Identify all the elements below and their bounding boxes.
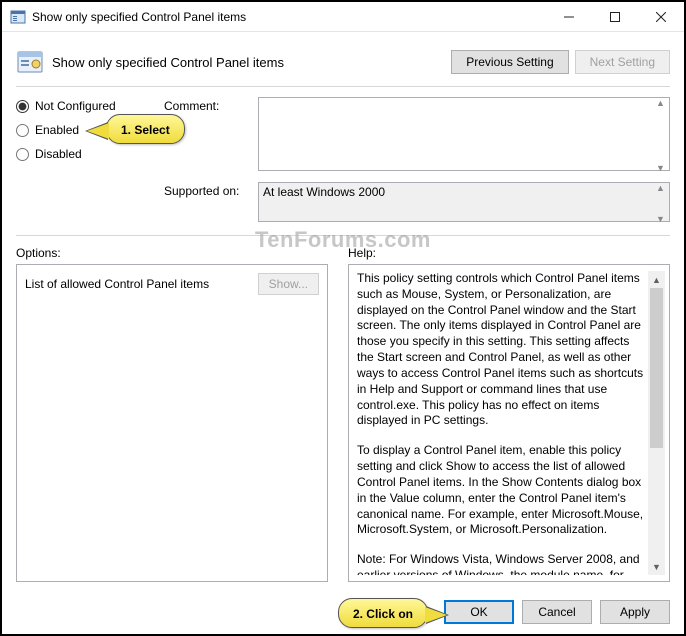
separator xyxy=(16,235,670,236)
title-bar: Show only specified Control Panel items xyxy=(2,2,684,32)
scroll-thumb[interactable] xyxy=(650,288,663,448)
options-item-label: List of allowed Control Panel items xyxy=(25,277,258,291)
previous-setting-button[interactable]: Previous Setting xyxy=(451,50,568,74)
radio-enabled-input[interactable] xyxy=(16,124,29,137)
window-controls xyxy=(546,2,684,31)
dialog-body: Show only specified Control Panel items … xyxy=(2,32,684,594)
callout-click: 2. Click on xyxy=(338,598,428,628)
close-button[interactable] xyxy=(638,2,684,31)
callout-select-text: 1. Select xyxy=(121,123,170,137)
radio-enabled-label: Enabled xyxy=(35,123,79,137)
options-panel: List of allowed Control Panel items Show… xyxy=(16,264,328,582)
next-setting-button: Next Setting xyxy=(575,50,670,74)
maximize-icon xyxy=(610,12,620,22)
minimize-button[interactable] xyxy=(546,2,592,31)
dialog-buttons: OK Cancel Apply xyxy=(444,600,670,624)
policy-title: Show only specified Control Panel items xyxy=(52,55,451,70)
help-text: This policy setting controls which Contr… xyxy=(357,271,648,575)
comment-textarea[interactable] xyxy=(258,97,670,171)
help-paragraph: This policy setting controls which Contr… xyxy=(357,271,648,429)
window-title: Show only specified Control Panel items xyxy=(32,10,546,24)
radio-disabled-label: Disabled xyxy=(35,147,82,161)
maximize-button[interactable] xyxy=(592,2,638,31)
help-panel: This policy setting controls which Contr… xyxy=(348,264,670,582)
supported-textarea xyxy=(258,182,670,222)
help-label: Help: xyxy=(348,246,670,260)
app-icon xyxy=(10,9,26,25)
scroll-up-icon[interactable]: ▲ xyxy=(648,271,665,288)
radio-disabled-input[interactable] xyxy=(16,148,29,161)
minimize-icon xyxy=(564,12,574,22)
callout-click-text: 2. Click on xyxy=(353,607,413,621)
apply-button[interactable]: Apply xyxy=(600,600,670,624)
ok-button[interactable]: OK xyxy=(444,600,514,624)
help-paragraph: To display a Control Panel item, enable … xyxy=(357,443,648,538)
window: Show only specified Control Panel items xyxy=(0,0,686,636)
callout-select: 1. Select xyxy=(106,114,185,144)
radio-not-configured-label: Not Configured xyxy=(35,99,116,113)
help-paragraph: Note: For Windows Vista, Windows Server … xyxy=(357,552,648,575)
radio-not-configured-input[interactable] xyxy=(16,100,29,113)
radio-disabled[interactable]: Disabled xyxy=(16,147,164,161)
show-button: Show... xyxy=(258,273,319,295)
separator xyxy=(16,86,670,87)
scroll-down-icon[interactable]: ▼ xyxy=(648,558,665,575)
close-icon xyxy=(656,12,666,22)
supported-label: Supported on: xyxy=(164,182,258,225)
radio-not-configured[interactable]: Not Configured xyxy=(16,99,164,113)
cancel-button[interactable]: Cancel xyxy=(522,600,592,624)
options-label: Options: xyxy=(16,246,328,260)
policy-icon xyxy=(16,48,44,76)
scroll-track[interactable] xyxy=(648,288,665,558)
help-scrollbar[interactable]: ▲ ▼ xyxy=(648,271,665,575)
